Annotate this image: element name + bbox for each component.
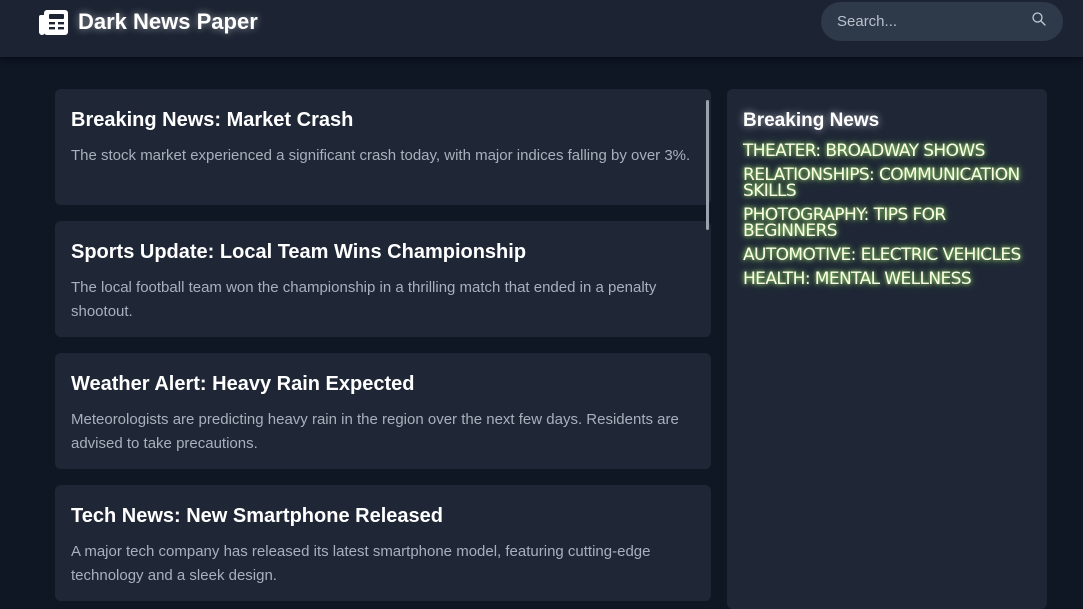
top-bar: Dark News Paper [0, 0, 1083, 57]
article-summary: A major tech company has released its la… [71, 543, 651, 584]
scrollbar-thumb[interactable] [706, 100, 709, 230]
breaking-news-item[interactable]: Health: Mental Wellness [743, 271, 1031, 288]
breaking-news-item[interactable]: Relationships: Communication Skills [743, 167, 1031, 200]
article-card[interactable]: Sports Update: Local Team Wins Champions… [55, 221, 711, 337]
article-card[interactable]: Weather Alert: Heavy Rain Expected Meteo… [55, 353, 711, 469]
article-summary: The stock market experienced a significa… [71, 147, 691, 164]
breaking-news-list: Theater: Broadway Shows Relationships: C… [743, 143, 1031, 288]
article-summary: The local football team won the champion… [71, 279, 657, 320]
article-title[interactable]: Tech News: New Smartphone Released [71, 502, 695, 530]
newspaper-icon [39, 9, 68, 35]
breaking-news-item[interactable]: Photography: Tips for Beginners [743, 207, 1031, 240]
search-box [821, 2, 1063, 41]
brand[interactable]: Dark News Paper [38, 8, 258, 36]
article-title[interactable]: Weather Alert: Heavy Rain Expected [71, 370, 695, 398]
breaking-news-heading: Breaking News [743, 110, 880, 131]
breaking-news-panel: Breaking News Theater: Broadway Shows Re… [727, 89, 1047, 609]
breaking-news-item[interactable]: Automotive: Electric Vehicles [743, 247, 1031, 264]
article-summary: Meteorologists are predicting heavy rain… [71, 411, 679, 452]
article-title[interactable]: Breaking News: Market Crash [71, 106, 695, 134]
search-input[interactable] [837, 2, 1027, 41]
article-card[interactable]: Tech News: New Smartphone Released A maj… [55, 485, 711, 601]
article-title[interactable]: Sports Update: Local Team Wins Champions… [71, 238, 695, 266]
article-card[interactable]: Breaking News: Market Crash The stock ma… [55, 89, 711, 205]
site-title: Dark News Paper [78, 9, 258, 34]
breaking-news-item[interactable]: Theater: Broadway Shows [743, 143, 1031, 160]
search-icon[interactable] [1031, 11, 1047, 27]
